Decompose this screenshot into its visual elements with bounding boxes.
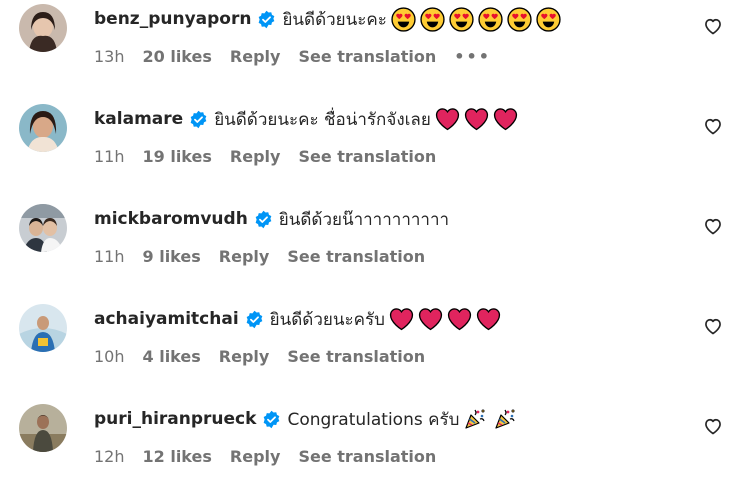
comment-line: kalamare ยินดีด้วยนะคะ ชื่อน่ารักจังเลย — [94, 104, 522, 134]
comment-item: achaiyamitchai ยินดีด้วยนะครับ 10h 4 lik… — [0, 300, 735, 400]
comment-meta: 10h 4 likes Reply See translation — [94, 344, 443, 368]
avatar[interactable] — [19, 204, 67, 252]
comment-line: benz_punyaporn ยินดีด้วยนะคะ — [94, 4, 565, 34]
avatar[interactable] — [19, 304, 67, 352]
party-popper-emoji-icon — [493, 407, 517, 431]
comment-meta: 13h 20 likes Reply See translation ••• — [94, 44, 509, 68]
verified-badge-icon — [257, 10, 276, 29]
heart-eyes-emoji-icon — [449, 6, 474, 32]
heart-eyes-emoji-icon — [391, 6, 416, 32]
avatar[interactable] — [19, 104, 67, 152]
comment-text: ยินดีด้วยนะคะ — [282, 9, 387, 30]
heart-eyes-emoji-icon — [420, 6, 445, 32]
comment-emojis — [463, 407, 521, 431]
comment-item: kalamare ยินดีด้วยนะคะ ชื่อน่ารักจังเลย … — [0, 100, 735, 200]
comment-text: ยินดีด้วยนะครับ — [269, 309, 385, 330]
comment-emojis — [435, 107, 522, 131]
red-heart-emoji-icon — [464, 107, 489, 131]
comment-time: 10h — [94, 346, 125, 366]
see-translation-button[interactable]: See translation — [298, 447, 436, 466]
see-translation-button[interactable]: See translation — [298, 47, 436, 66]
heart-eyes-emoji-icon — [478, 6, 503, 32]
comment-text: Congratulations ครับ — [287, 409, 460, 430]
comment-username[interactable]: achaiyamitchai — [94, 309, 239, 329]
see-translation-button[interactable]: See translation — [287, 247, 425, 266]
reply-button[interactable]: Reply — [219, 347, 270, 366]
avatar[interactable] — [19, 404, 67, 452]
comment-item: puri_hiranprueck Congratulations ครับ 12… — [0, 400, 735, 500]
comment-text: ยินดีด้วยน๊าาาาาาาาาา — [278, 209, 450, 230]
like-heart-icon[interactable] — [703, 216, 723, 236]
heart-eyes-emoji-icon — [507, 6, 532, 32]
like-heart-icon[interactable] — [703, 116, 723, 136]
comment-emojis — [391, 6, 565, 32]
comment-text: ยินดีด้วยนะคะ ชื่อน่ารักจังเลย — [214, 109, 431, 130]
comment-username[interactable]: kalamare — [94, 109, 183, 129]
like-heart-icon[interactable] — [703, 416, 723, 436]
reply-button[interactable]: Reply — [230, 447, 281, 466]
comment-time: 11h — [94, 246, 125, 266]
comment-time: 12h — [94, 446, 125, 466]
verified-badge-icon — [262, 410, 281, 429]
verified-badge-icon — [189, 110, 208, 129]
comment-username[interactable]: mickbaromvudh — [94, 209, 248, 229]
comment-meta: 11h 9 likes Reply See translation — [94, 244, 443, 268]
comment-time: 11h — [94, 146, 125, 166]
heart-eyes-emoji-icon — [536, 6, 561, 32]
comment-likes[interactable]: 4 likes — [143, 347, 201, 366]
comment-username[interactable]: benz_punyaporn — [94, 9, 251, 29]
comment-line: achaiyamitchai ยินดีด้วยนะครับ — [94, 304, 505, 334]
comment-meta: 12h 12 likes Reply See translation — [94, 444, 454, 468]
red-heart-emoji-icon — [476, 307, 501, 331]
reply-button[interactable]: Reply — [230, 147, 281, 166]
comment-likes[interactable]: 12 likes — [143, 447, 212, 466]
comment-emojis — [389, 307, 505, 331]
comment-likes[interactable]: 20 likes — [143, 47, 212, 66]
comment-likes[interactable]: 9 likes — [143, 247, 201, 266]
red-heart-emoji-icon — [447, 307, 472, 331]
comment-line: puri_hiranprueck Congratulations ครับ — [94, 404, 521, 434]
like-heart-icon[interactable] — [703, 316, 723, 336]
reply-button[interactable]: Reply — [230, 47, 281, 66]
like-heart-icon[interactable] — [703, 16, 723, 36]
reply-button[interactable]: Reply — [219, 247, 270, 266]
comment-time: 13h — [94, 46, 125, 66]
red-heart-emoji-icon — [435, 107, 460, 131]
see-translation-button[interactable]: See translation — [287, 347, 425, 366]
see-translation-button[interactable]: See translation — [298, 147, 436, 166]
comment-item: benz_punyaporn ยินดีด้วยนะคะ 13h 20 like… — [0, 0, 735, 100]
red-heart-emoji-icon — [493, 107, 518, 131]
verified-badge-icon — [245, 310, 264, 329]
verified-badge-icon — [254, 210, 273, 229]
more-options-icon[interactable]: ••• — [454, 47, 491, 66]
red-heart-emoji-icon — [389, 307, 414, 331]
comment-likes[interactable]: 19 likes — [143, 147, 212, 166]
party-popper-emoji-icon — [463, 407, 487, 431]
comment-item: mickbaromvudh ยินดีด้วยน๊าาาาาาาาาา 11h … — [0, 200, 735, 300]
comment-username[interactable]: puri_hiranprueck — [94, 409, 256, 429]
avatar[interactable] — [19, 4, 67, 52]
comment-meta: 11h 19 likes Reply See translation — [94, 144, 454, 168]
comment-line: mickbaromvudh ยินดีด้วยน๊าาาาาาาาาา — [94, 204, 449, 234]
red-heart-emoji-icon — [418, 307, 443, 331]
